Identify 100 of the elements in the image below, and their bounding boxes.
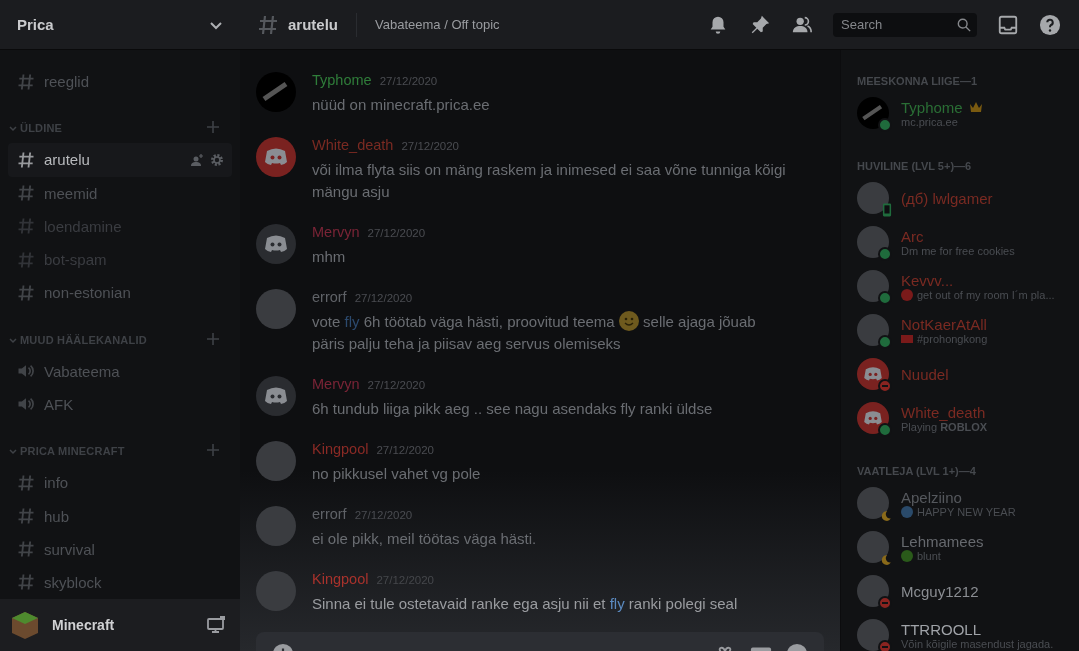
channel-item[interactable]: arutelu [8,143,232,177]
search-icon [957,17,971,32]
message-author[interactable]: Kingpool [312,441,369,457]
member-activity: #prohongkong [917,332,988,345]
member-activity: mc.prica.ee [901,115,958,128]
message-text: või ilma flyta siis on mäng raskem ja inimesed ei saa võne tunniga kõigi mängu asju [312,160,787,202]
message-timestamp: 27/12/2020 [401,140,459,152]
member-name[interactable]: TTRROOLL [901,620,981,638]
grass-block-icon [10,610,40,640]
message-text: mhm [312,247,347,267]
help-icon[interactable] [1039,13,1061,36]
avatar-photo-placeholder [857,270,889,302]
avatar-icon [857,358,889,390]
hash-icon [16,149,36,170]
message-author[interactable]: Mervyn [312,376,360,392]
avatar-photo-placeholder [256,506,296,546]
avatar-photo-placeholder [857,531,889,563]
member-name[interactable]: Kevvv... [901,271,954,289]
avatar-icon [256,137,296,177]
channel-item[interactable]: non-estonian [8,276,232,310]
member-group-title: HUVILINE (LVL 5+)—6 [857,159,973,174]
channel-topic: Vabateema / Off topic [375,17,501,32]
message-timestamp: 27/12/2020 [367,379,426,391]
emoji-icon [901,549,913,562]
pin-icon[interactable] [749,13,771,36]
member-activity: Playing ROBLOX [901,420,988,433]
channel-item[interactable]: info [8,466,232,500]
message-timestamp: 27/12/2020 [367,227,426,239]
member-name[interactable]: Apelziino [901,488,962,506]
message-author[interactable]: White_death [312,137,394,153]
member-name[interactable]: Mcguy1212 [901,582,979,600]
hash-icon [16,216,36,237]
hash-icon [16,71,36,92]
add-member-icon[interactable] [190,152,204,167]
activity-title: Minecraft [52,617,116,633]
monitor-icon[interactable] [206,615,226,635]
emoji-icon [901,288,913,301]
search-input[interactable]: Search [839,16,953,33]
member-group-title: MEESKONNA LIIGE—1 [857,74,978,89]
message-author[interactable]: Typhome [312,72,372,88]
emoji-icon [901,332,913,345]
member-name[interactable]: (дб) lwlgamer [901,189,993,207]
channel-item[interactable]: reeglid [8,65,232,99]
channel-item[interactable]: survival [8,532,232,566]
channel-item[interactable]: meemid [8,176,232,210]
member-group-title: VAATLEJA (LVL 1+)—4 [857,464,977,479]
settings-icon[interactable] [210,152,224,167]
message-text: 6h tundub liiga pikk aeg .. see nagu asendaks fly ranki üldse [312,399,714,419]
avatar-photo-placeholder [857,487,889,519]
member-name[interactable]: Nuudel [901,365,949,383]
avatar-icon [256,224,296,264]
channel-name: arutelu [288,16,338,33]
channel-item[interactable]: AFK [8,387,232,422]
avatar-photo-placeholder [857,182,889,214]
member-name[interactable]: White_death [901,403,986,421]
message-author[interactable]: errorf [312,289,347,305]
server-name[interactable]: Prica [17,16,54,33]
hash-icon [16,282,36,303]
message-author[interactable]: errorf [312,506,347,522]
member-name[interactable]: Lehmamees [901,532,984,550]
member-name[interactable]: Typhome [901,98,963,116]
member-name[interactable]: NotKaerAtAll [901,315,987,333]
member-name[interactable]: Arc [901,227,924,245]
hash-icon [16,472,36,493]
avatar-icon [857,402,889,434]
avatar-photo-placeholder [857,226,889,258]
hash-icon [16,539,36,560]
avatar-icon [857,97,889,129]
avatar-photo-placeholder [857,575,889,607]
avatar-photo-placeholder [256,289,296,329]
search-field[interactable]: Search [833,12,977,37]
inbox-icon[interactable] [997,13,1019,36]
message-author[interactable]: Kingpool [312,571,369,587]
message-timestamp: 27/12/2020 [376,444,434,456]
member-activity: Võin kõigile masendust jagada. [901,637,1054,650]
message-timestamp: 27/12/2020 [354,292,413,304]
avatar-photo-placeholder [857,619,889,651]
message-timestamp: 27/12/2020 [379,75,438,87]
avatar-icon [256,376,296,416]
avatar-photo-placeholder [857,314,889,346]
hash-icon [16,183,36,204]
hash-icon [16,249,36,270]
message-text: vote fly 6h töötab väga hästi, proovitud teema selle ajaga jõuab päris palju teha ja piisav aeg servus olemiseks [312,311,757,354]
message-text: nüüd on minecraft.prica.ee [312,95,491,115]
avatar-photo-placeholder [256,441,296,481]
message-text: Sinna ei tule ostetavaid ranke ega asju nii et fly ranki polegi seal [312,594,739,614]
member-activity: blunt [917,549,941,562]
message-text: no pikkusel vahet vg pole [312,464,482,484]
member-activity: HAPPY NEW YEAR [917,505,1016,518]
smiley-icon [618,311,639,331]
hash-icon [16,572,36,593]
channel-item[interactable]: Vabateema [8,354,232,388]
avatar-icon [256,72,296,112]
member-activity: Dm me for free cookies [901,244,1015,257]
emoji-icon [901,505,913,518]
channel-item[interactable]: skyblock [8,565,232,599]
message-author[interactable]: Mervyn [312,224,360,240]
channel-item[interactable]: hub [8,499,232,533]
hash-icon [16,506,36,526]
message-text: ei ole pikk, meil töötas väga hästi. [312,529,538,549]
